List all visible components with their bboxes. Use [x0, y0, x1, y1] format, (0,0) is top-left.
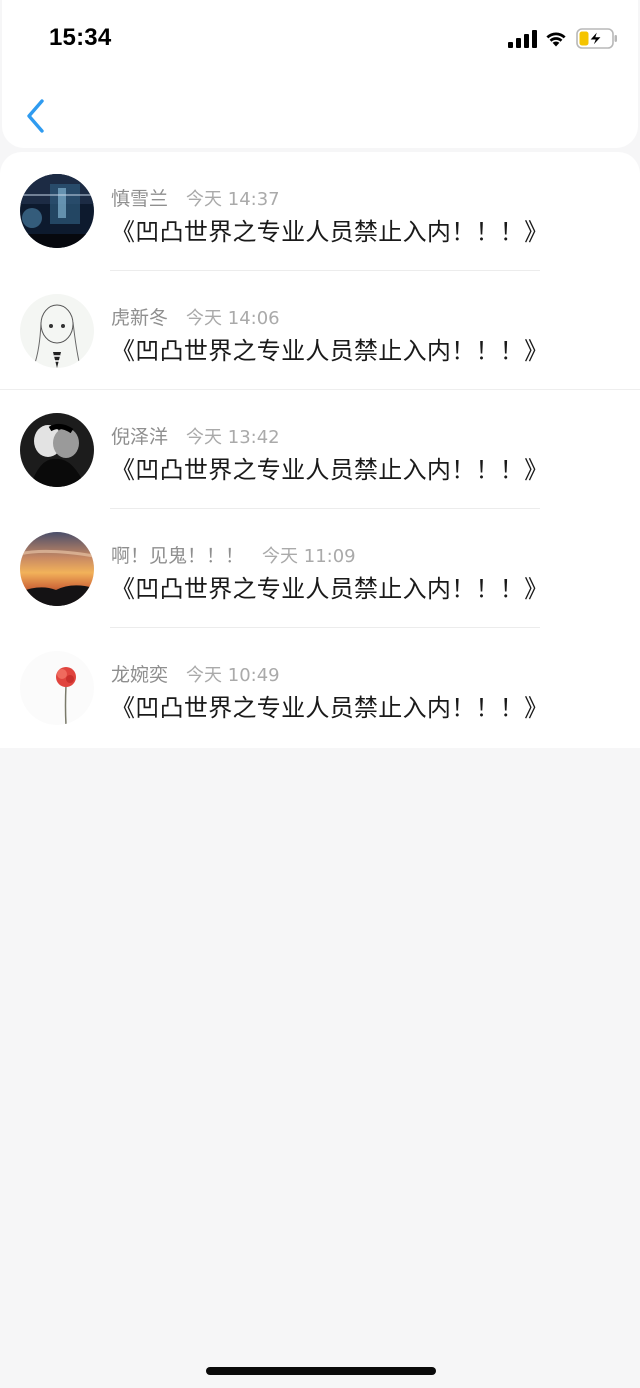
header-bar: 15:34: [2, 0, 638, 148]
cellular-signal-icon: [508, 30, 537, 48]
sender-name: 倪泽洋: [111, 426, 169, 448]
status-time: 15:34: [49, 24, 112, 51]
message-list: 慎雪兰 今天 14:37 《凹凸世界之专业人员禁止入内！！！》 虎新冬 今天 14:…: [0, 152, 640, 748]
avatar[interactable]: [20, 651, 94, 725]
message-meta: 龙婉奕 今天 10:49: [111, 660, 280, 687]
message-row[interactable]: 倪泽洋 今天 13:42 《凹凸世界之专业人员禁止入内！！！》: [0, 390, 640, 509]
message-meta: 慎雪兰 今天 14:37: [111, 184, 280, 211]
couple-dark-photo: [20, 413, 94, 487]
message-text: 《凹凸世界之专业人员禁止入内！！！》: [111, 456, 549, 484]
avatar[interactable]: [20, 413, 94, 487]
message-row[interactable]: 虎新冬 今天 14:06 《凹凸世界之专业人员禁止入内！！！》: [0, 271, 640, 390]
sunset-photo: [20, 532, 94, 606]
night-sky-photo: [20, 174, 94, 248]
message-text: 《凹凸世界之专业人员禁止入内！！！》: [111, 694, 549, 722]
chevron-left-icon: [27, 99, 44, 133]
message-time: 今天 13:42: [186, 427, 280, 448]
top-area: 15:34: [0, 0, 640, 150]
battery-charging-icon: [576, 28, 617, 49]
sender-name: 龙婉奕: [111, 664, 169, 686]
message-text: 《凹凸世界之专业人员禁止入内！！！》: [111, 218, 549, 246]
red-flower-photo: [20, 651, 94, 725]
sketch-girl-drawing: [20, 294, 94, 368]
message-meta: 啊！见鬼！！！ 今天 11:09: [111, 541, 356, 568]
message-time: 今天 10:49: [186, 665, 280, 686]
sender-name: 慎雪兰: [111, 188, 169, 210]
message-row[interactable]: 龙婉奕 今天 10:49 《凹凸世界之专业人员禁止入内！！！》: [0, 628, 640, 747]
back-button[interactable]: [22, 96, 52, 136]
message-meta: 虎新冬 今天 14:06: [111, 303, 280, 330]
message-text: 《凹凸世界之专业人员禁止入内！！！》: [111, 575, 549, 603]
message-text: 《凹凸世界之专业人员禁止入内！！！》: [111, 337, 549, 365]
message-time: 今天 14:37: [186, 189, 280, 210]
avatar[interactable]: [20, 294, 94, 368]
message-time: 今天 14:06: [186, 308, 280, 329]
avatar[interactable]: [20, 174, 94, 248]
message-row[interactable]: 啊！见鬼！！！ 今天 11:09 《凹凸世界之专业人员禁止入内！！！》: [0, 509, 640, 628]
wifi-icon: [546, 32, 566, 47]
home-indicator[interactable]: [206, 1367, 436, 1375]
message-meta: 倪泽洋 今天 13:42: [111, 422, 280, 449]
sender-name: 虎新冬: [111, 307, 169, 329]
message-time: 今天 11:09: [262, 546, 356, 567]
avatar[interactable]: [20, 532, 94, 606]
sender-name: 啊！见鬼！！！: [111, 545, 245, 567]
message-row[interactable]: 慎雪兰 今天 14:37 《凹凸世界之专业人员禁止入内！！！》: [0, 152, 640, 271]
